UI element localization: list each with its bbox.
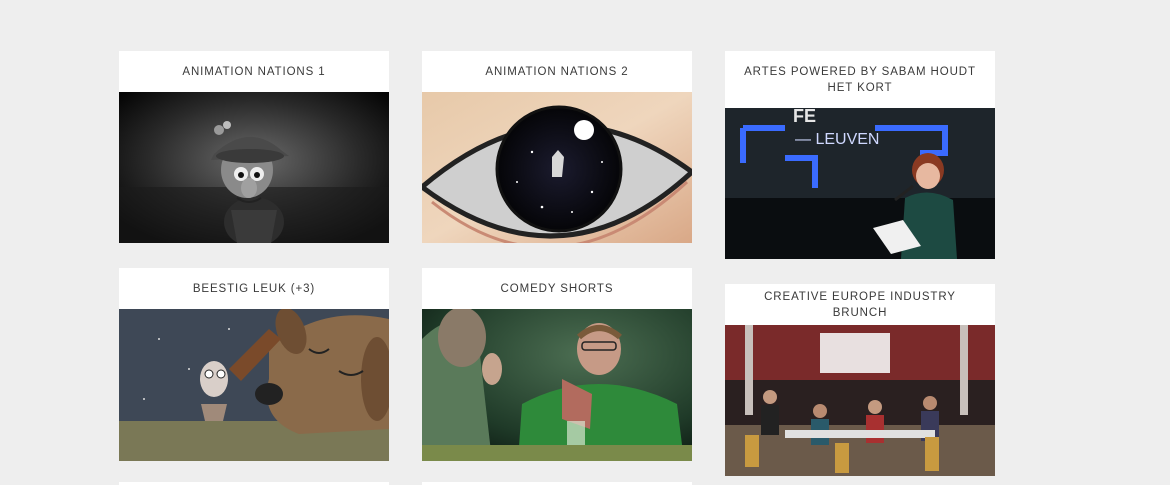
card-thumbnail-image[interactable]: FE — LEUVEN [725, 108, 995, 259]
card-title-link[interactable]: ANIMATION NATIONS 1 [119, 51, 389, 92]
program-grid-page: ANIMATION NATIONS 1 ANIMATION NATIONS 2 … [0, 0, 1170, 485]
card-thumbnail-image[interactable] [422, 92, 692, 243]
card-title-link[interactable]: ARTES POWERED BY SABAM HOUDT HET KORT [725, 51, 995, 108]
program-card[interactable]: ANIMATION NATIONS 1 [119, 51, 389, 243]
card-thumbnail-image[interactable] [119, 309, 389, 461]
card-thumbnail-image[interactable] [119, 92, 389, 243]
card-thumbnail-image[interactable] [422, 309, 692, 461]
program-card[interactable]: ARTES POWERED BY SABAM HOUDT HET KORT FE… [725, 51, 995, 259]
card-title-link[interactable]: CREATIVE EUROPE INDUSTRY BRUNCH [725, 284, 995, 325]
card-title-link[interactable]: ANIMATION NATIONS 2 [422, 51, 692, 92]
program-card[interactable]: CREATIVE EUROPE INDUSTRY BRUNCH [725, 284, 995, 476]
program-card[interactable]: ANIMATION NATIONS 2 [422, 51, 692, 243]
program-card[interactable]: COMEDY SHORTS [422, 268, 692, 461]
card-title-link[interactable]: COMEDY SHORTS [422, 268, 692, 309]
card-thumbnail-image[interactable] [725, 325, 995, 476]
svg-text:— LEUVEN: — LEUVEN [795, 131, 879, 148]
svg-text:FE: FE [793, 108, 816, 126]
card-title-link[interactable]: BEESTIG LEUK (+3) [119, 268, 389, 309]
program-card[interactable]: BEESTIG LEUK (+3) [119, 268, 389, 461]
